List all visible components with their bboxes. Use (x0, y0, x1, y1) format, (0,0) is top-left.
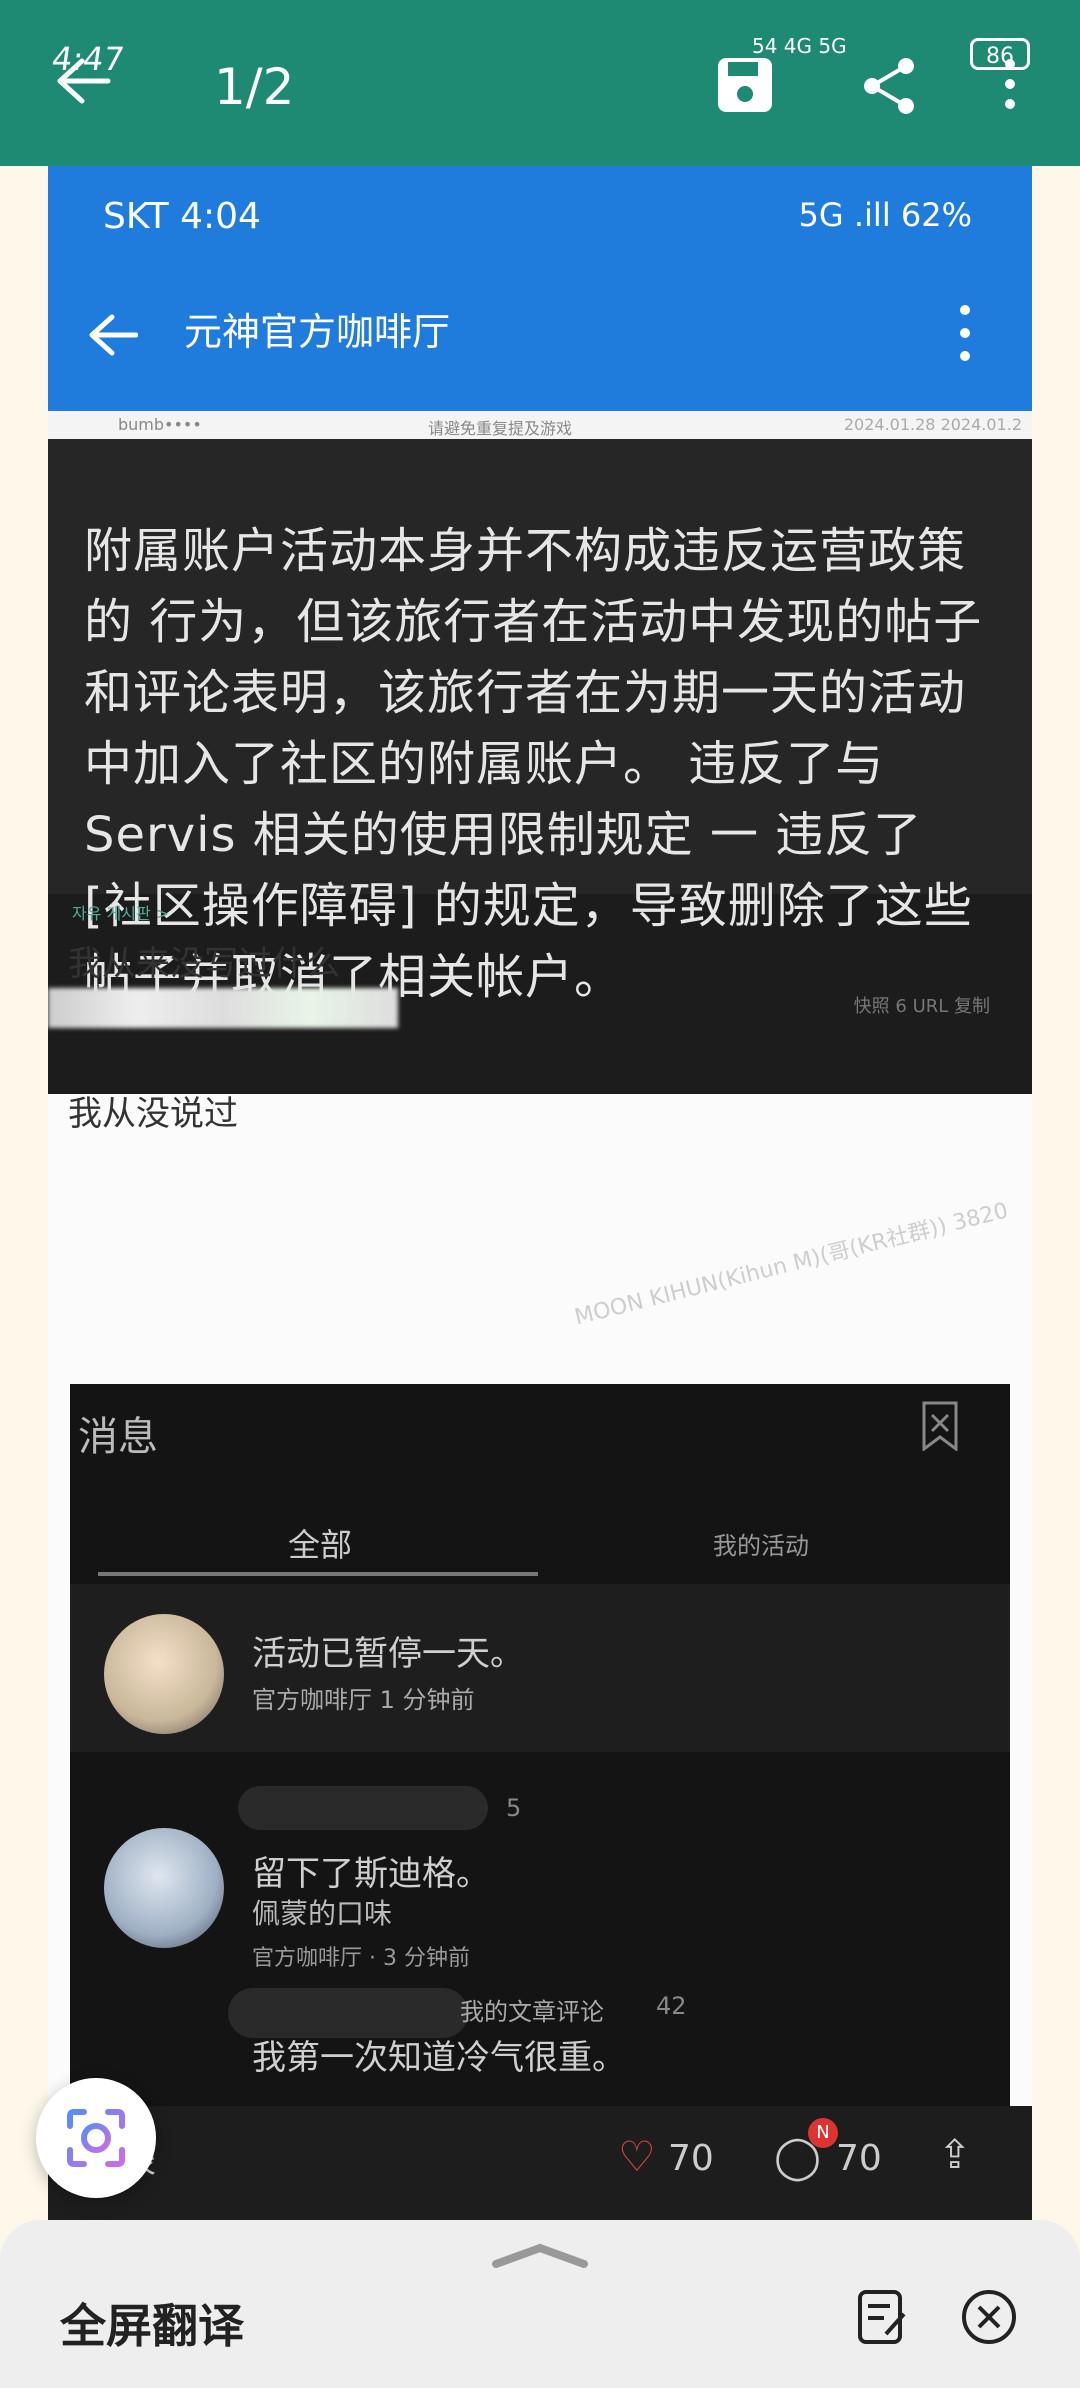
inner-back-arrow-icon (89, 314, 138, 356)
strip-dates: 2024.01.28 2024.01.2 (843, 415, 1022, 434)
lens-icon (67, 2109, 125, 2167)
item-sub: 官方咖啡厅 1 分钟前 (252, 1686, 475, 1714)
chevron-up-icon[interactable] (490, 2240, 590, 2270)
inner-more-icon (960, 305, 970, 361)
note-edit-icon[interactable] (856, 2288, 910, 2346)
strip-search: 请避免重复提及游戏 (428, 419, 573, 438)
bookmark-x-icon (922, 1401, 958, 1451)
inner-bottom-bar (48, 2106, 1032, 2226)
blurred-username (48, 988, 398, 1028)
inner-status-bar: SKT 4:04 5G .ill 62% (48, 166, 1032, 261)
post-line-2: 我从没说过 (68, 1094, 238, 1134)
share-icon[interactable] (860, 56, 920, 116)
avatar (104, 1614, 224, 1734)
item-label: 我的文章评论 (460, 1998, 604, 2026)
clock-time: 4:47 (49, 40, 127, 78)
status-indicators: 54 4G 5G (752, 34, 847, 58)
blurred-name (238, 1786, 488, 1830)
comment-total: 70 (836, 2138, 882, 2179)
more-vert-icon[interactable] (1000, 58, 1020, 110)
inner-status-right: 5G .ill 62% (798, 196, 972, 234)
post-line-1: 我从来没写过什么 (68, 944, 340, 984)
lens-button[interactable] (36, 2078, 156, 2198)
item-title: 我第一次知道冷气很重。 (252, 2038, 626, 2078)
board-label: 자유 게시판 > (72, 904, 170, 923)
panel-title: 消息 (78, 1414, 158, 1460)
inner-app-bar: 元神官方咖啡厅 (48, 261, 1032, 411)
comment-count: 5 (506, 1794, 522, 1822)
item-time: 官方咖啡厅 · 3 分钟前 (252, 1946, 470, 1971)
strip-user: bumb•••• (118, 415, 202, 434)
post-meta: 快照 6 URL 复制 (853, 996, 990, 1017)
save-icon[interactable] (716, 56, 774, 114)
like-count: 70 (668, 2138, 714, 2179)
new-badge: N (808, 2118, 838, 2148)
share-out-icon: ⇪ (938, 2132, 972, 2178)
fullscreen-translate-title: 全屏翻译 (60, 2299, 244, 2353)
tab-all: 全部 (288, 1526, 353, 1564)
table-strip: bumb•••• 请避免重复提及游戏 2024.01.28 2024.01.2 (48, 411, 1032, 439)
heart-icon: ♡ (618, 2132, 656, 2181)
tab-indicator (98, 1572, 538, 1576)
item-title: 活动已暂停一天。 (252, 1634, 524, 1674)
inner-carrier-time: SKT 4:04 (103, 196, 261, 237)
viewer-top-bar: 4:47 1/2 54 4G 5G 86 (0, 0, 1080, 166)
item-title: 留下了斯迪格。 (252, 1854, 490, 1894)
avatar (104, 1828, 224, 1948)
comment-count: 42 (656, 1992, 687, 2020)
tab-my-activity: 我的活动 (713, 1532, 809, 1560)
page-counter: 1/2 (214, 58, 295, 116)
screenshot-image: SKT 4:04 5G .ill 62% 元神官方咖啡厅 bumb•••• 请避… (48, 166, 1032, 2226)
item-sub: 佩蒙的口味 (252, 1897, 393, 1930)
inner-app-title: 元神官方咖啡厅 (184, 310, 451, 354)
close-icon[interactable] (960, 2288, 1018, 2346)
